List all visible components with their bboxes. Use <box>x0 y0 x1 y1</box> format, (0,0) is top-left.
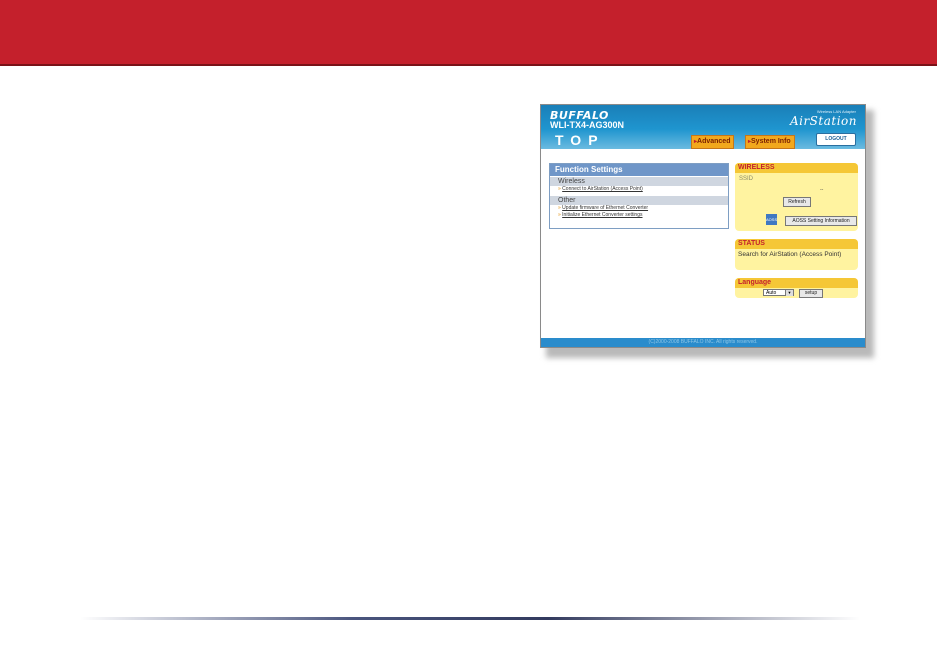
status-text: Search for AirStation (Access Point) <box>738 251 842 258</box>
aoss-icon[interactable]: AOSS <box>766 214 777 225</box>
function-settings-panel: Function Settings Wireless » Connect to … <box>549 163 729 229</box>
airstation-logo: AirStation <box>789 114 857 128</box>
title-banner <box>0 0 937 64</box>
wireless-box: WIRELESS SSID -- Refresh AOSS AOSS Setti… <box>735 163 858 231</box>
page-label: TOP <box>555 132 605 148</box>
logout-button[interactable]: LOGOUT <box>816 133 856 146</box>
wireless-section-header: Wireless <box>550 176 728 186</box>
list-item[interactable]: » Connect to AirStation (Access Point) <box>550 186 728 193</box>
ssid-label: SSID <box>739 176 754 182</box>
tab-system-info[interactable]: ▸System Info <box>745 135 795 149</box>
connect-airstation-link[interactable]: Connect to AirStation (Access Point) <box>562 186 643 192</box>
router-admin-screenshot: BUFFALO WLI-TX4-AG300N Wireless LAN Adap… <box>540 104 866 348</box>
language-selected-value: Auto <box>766 290 777 296</box>
banner-divider <box>0 64 937 66</box>
aoss-setting-button[interactable]: AOSS Setting Information <box>785 216 857 226</box>
update-firmware-link[interactable]: Update firmware of Ethernet Converter <box>562 205 648 211</box>
language-title: Language <box>735 278 858 288</box>
initialize-settings-link[interactable]: Initialize Ethernet Converter settings <box>562 212 642 218</box>
other-section-header: Other <box>550 195 728 205</box>
chevron-down-icon[interactable]: ▼ <box>785 290 793 296</box>
bullet-arrow-icon: » <box>558 186 561 192</box>
tab-advanced[interactable]: ▸Advanced <box>691 135 735 149</box>
language-select[interactable]: Auto ▼ <box>763 289 794 296</box>
list-item[interactable]: » Initialize Ethernet Converter settings <box>550 212 728 219</box>
tab-advanced-label: Advanced <box>697 138 731 145</box>
list-item[interactable]: » Update firmware of Ethernet Converter <box>550 205 728 212</box>
tab-system-info-label: System Info <box>751 138 791 145</box>
bullet-arrow-icon: » <box>558 212 561 218</box>
copyright-footer: (C)2000-2008 BUFFALO INC. All rights res… <box>541 338 865 347</box>
wireless-title: WIRELESS <box>735 163 858 173</box>
admin-header: BUFFALO WLI-TX4-AG300N Wireless LAN Adap… <box>541 105 865 149</box>
function-settings-title: Function Settings <box>550 164 728 176</box>
refresh-button[interactable]: Refresh <box>783 197 811 207</box>
language-box: Language Auto ▼ setup <box>735 278 858 298</box>
model-name: WLI-TX4-AG300N <box>550 120 625 130</box>
status-box: STATUS Search for AirStation (Access Poi… <box>735 239 858 270</box>
bullet-arrow-icon: » <box>558 205 561 211</box>
bottom-divider <box>80 617 860 620</box>
setup-button[interactable]: setup <box>799 289 823 298</box>
status-title: STATUS <box>735 239 858 249</box>
ssid-value: -- <box>820 187 824 193</box>
